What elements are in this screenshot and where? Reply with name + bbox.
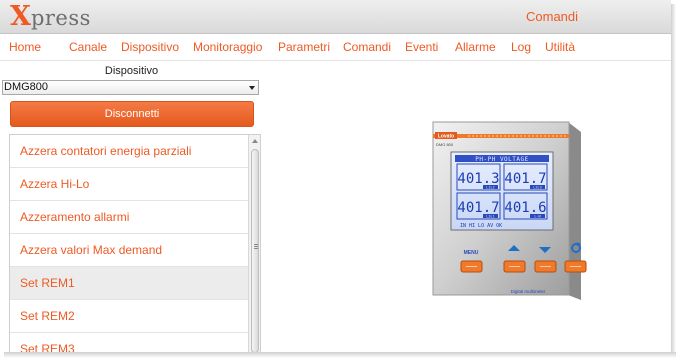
device-select-value: DMG800 [4,81,49,93]
logo-text: press [30,6,91,30]
device-image-area: Lovato DMG 800 PH-PH VOLTAGE 401.3 401.7… [263,62,671,352]
command-list: Azzera contatori energia parziali Azzera… [9,134,261,352]
xpress-logo: X press [10,1,91,32]
device-label: Dispositivo [104,65,159,77]
meter-side [568,122,581,300]
window-shadow-bottom [4,352,676,358]
nav-canale[interactable]: Canale [69,40,107,54]
grip-line [254,248,258,249]
nav-parametri[interactable]: Parametri [278,40,330,54]
grip-line [254,246,258,247]
scroll-up-arrow-icon[interactable] [252,139,258,143]
page-title: Comandi [526,9,579,24]
nav-log[interactable]: Log [511,40,531,54]
nav-comandi[interactable]: Comandi [343,40,391,54]
scrollbar-thumb[interactable] [251,149,259,352]
lcd-phase-3: L3L1 [486,215,494,219]
disconnect-button[interactable]: Disconnetti [10,101,254,127]
lcd-phase-1: L1L2 [486,186,494,190]
nav-home[interactable]: Home [9,40,41,54]
nav-eventi[interactable]: Eventi [405,40,438,54]
command-list-scrollbar[interactable] [248,135,260,352]
device-panel: Dispositivo DMG800 Disconnetti Azzera co… [0,62,263,352]
nav-allarme[interactable]: Allarme [455,40,496,54]
model-text: DMG 800 [436,142,454,147]
command-item[interactable]: Azzera valori Max demand [10,234,248,267]
lcd-footer: IN HI LO AV OK [460,223,502,229]
lcd-header: PH-PH VOLTAGE [475,156,528,163]
grip-line [254,244,258,245]
window-shadow-right [671,4,676,358]
device-select[interactable]: DMG800 [2,80,259,95]
command-item[interactable]: Azzeramento allarmi [10,201,248,234]
main-nav: Home Canale Dispositivo Monitoraggio Par… [0,34,671,61]
lcd-phase-2: L2L3 [533,186,541,190]
nav-utilita[interactable]: Utilità [545,40,575,54]
lcd-phase-4: L-N [534,215,540,219]
title-bar: X press Comandi [0,0,671,34]
app-window: X press Comandi Home Canale Dispositivo … [0,0,671,352]
nav-monitoraggio[interactable]: Monitoraggio [193,40,262,54]
command-item[interactable]: Set REM3 [10,333,248,352]
meter-illustration: Lovato DMG 800 PH-PH VOLTAGE 401.3 401.7… [432,121,587,300]
logo-x-letter: X [10,1,31,32]
meter-caption: Digital multimeter [511,289,546,294]
command-item[interactable]: Azzera contatori energia parziali [10,135,248,168]
command-item[interactable]: Azzera Hi-Lo [10,168,248,201]
brand-text: Lovato [438,134,454,140]
chevron-down-icon [249,86,255,90]
command-item-selected[interactable]: Set REM1 [10,267,248,300]
command-item[interactable]: Set REM2 [10,300,248,333]
menu-key-label: MENU [464,250,479,256]
nav-dispositivo[interactable]: Dispositivo [121,40,179,54]
